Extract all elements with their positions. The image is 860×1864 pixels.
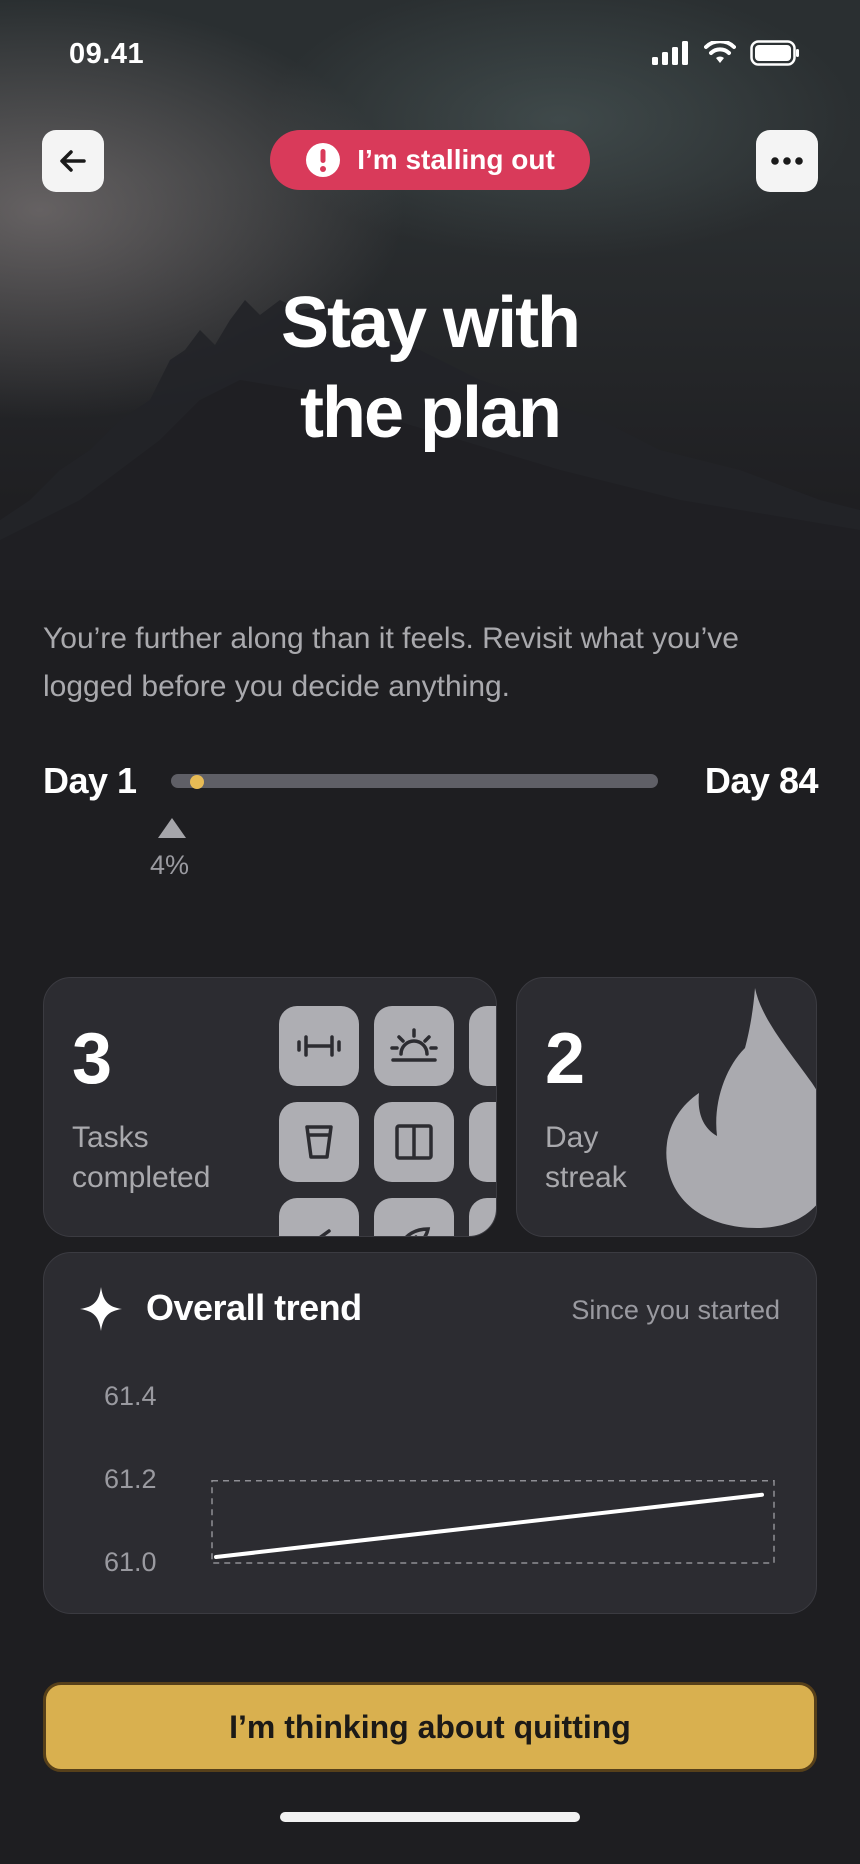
more-icon <box>771 157 803 165</box>
page-title-line1: Stay with <box>280 283 581 363</box>
columns-icon <box>395 1124 433 1160</box>
y-tick-label: 61.0 <box>104 1547 157 1577</box>
home-indicator[interactable] <box>280 1812 580 1822</box>
leaf-tile <box>374 1198 454 1236</box>
progress-end-label: Day 84 <box>704 760 819 801</box>
progress-marker-icon <box>158 818 186 838</box>
battery-icon <box>750 40 799 66</box>
check-icon <box>319 1229 331 1236</box>
quit-button[interactable]: I’m thinking about quitting <box>43 1682 817 1772</box>
page-title-line2: the plan <box>299 373 562 453</box>
cup-icon <box>305 1125 333 1159</box>
alert-icon <box>306 143 341 177</box>
sunrise-tile <box>374 1006 454 1086</box>
streak-label-line2: streak <box>545 1161 627 1194</box>
stalling-badge-label: I’m stalling out <box>357 144 555 175</box>
wifi-icon <box>704 41 736 63</box>
partial-tile <box>469 1102 496 1182</box>
streak-label: Day streak <box>545 1118 627 1198</box>
tasks-completed-card[interactable]: 3 Tasks completed <box>43 977 497 1237</box>
overall-trend-card[interactable]: Overall trend Since you started 61.4 61.2… <box>43 1252 817 1614</box>
y-tick-label: 61.4 <box>104 1381 157 1411</box>
page-title: Stay with the plan <box>0 278 860 458</box>
status-time: 09.41 <box>69 38 145 70</box>
partial-tile <box>469 1006 496 1086</box>
leaf-icon <box>405 1227 431 1236</box>
cup-tile <box>279 1102 359 1182</box>
back-button[interactable] <box>42 130 104 192</box>
check-tile <box>279 1198 359 1236</box>
columns-tile <box>374 1102 454 1182</box>
arrow-left-icon <box>60 150 86 172</box>
trend-series-line <box>214 1492 764 1559</box>
stalling-badge[interactable]: I’m stalling out <box>270 130 590 190</box>
tasks-label-line2: completed <box>72 1161 211 1194</box>
tasks-label-line1: Tasks <box>72 1121 149 1154</box>
progress-track <box>171 774 658 789</box>
streak-label-line1: Day <box>545 1121 599 1154</box>
trend-range-box <box>211 1480 775 1564</box>
progress-percent: 4% <box>150 850 190 880</box>
flame-icon <box>666 988 816 1228</box>
more-options-button[interactable] <box>756 130 818 192</box>
progress-dot <box>189 775 204 789</box>
progress-start-label: Day 1 <box>43 760 137 801</box>
quit-button-label: I’m thinking about quitting <box>229 1708 631 1745</box>
subtitle-text: You’re further along than it feels. Revi… <box>43 622 739 703</box>
status-icons <box>652 40 800 66</box>
streak-count: 2 <box>545 1019 586 1099</box>
day-streak-card[interactable]: 2 Day streak <box>516 977 817 1237</box>
dumbbell-icon <box>297 1035 341 1057</box>
partial-tile <box>469 1198 496 1236</box>
y-tick-label: 61.2 <box>104 1464 157 1494</box>
sunrise-icon <box>390 1028 438 1062</box>
program-progress: Day 1 Day 84 <box>43 760 819 810</box>
dumbbell-tile <box>279 1006 359 1086</box>
tasks-label: Tasks completed <box>72 1118 210 1198</box>
trend-chart: 61.4 61.2 61.0 <box>104 1381 775 1577</box>
signal-icon <box>652 41 688 65</box>
tasks-count: 3 <box>72 1019 113 1099</box>
